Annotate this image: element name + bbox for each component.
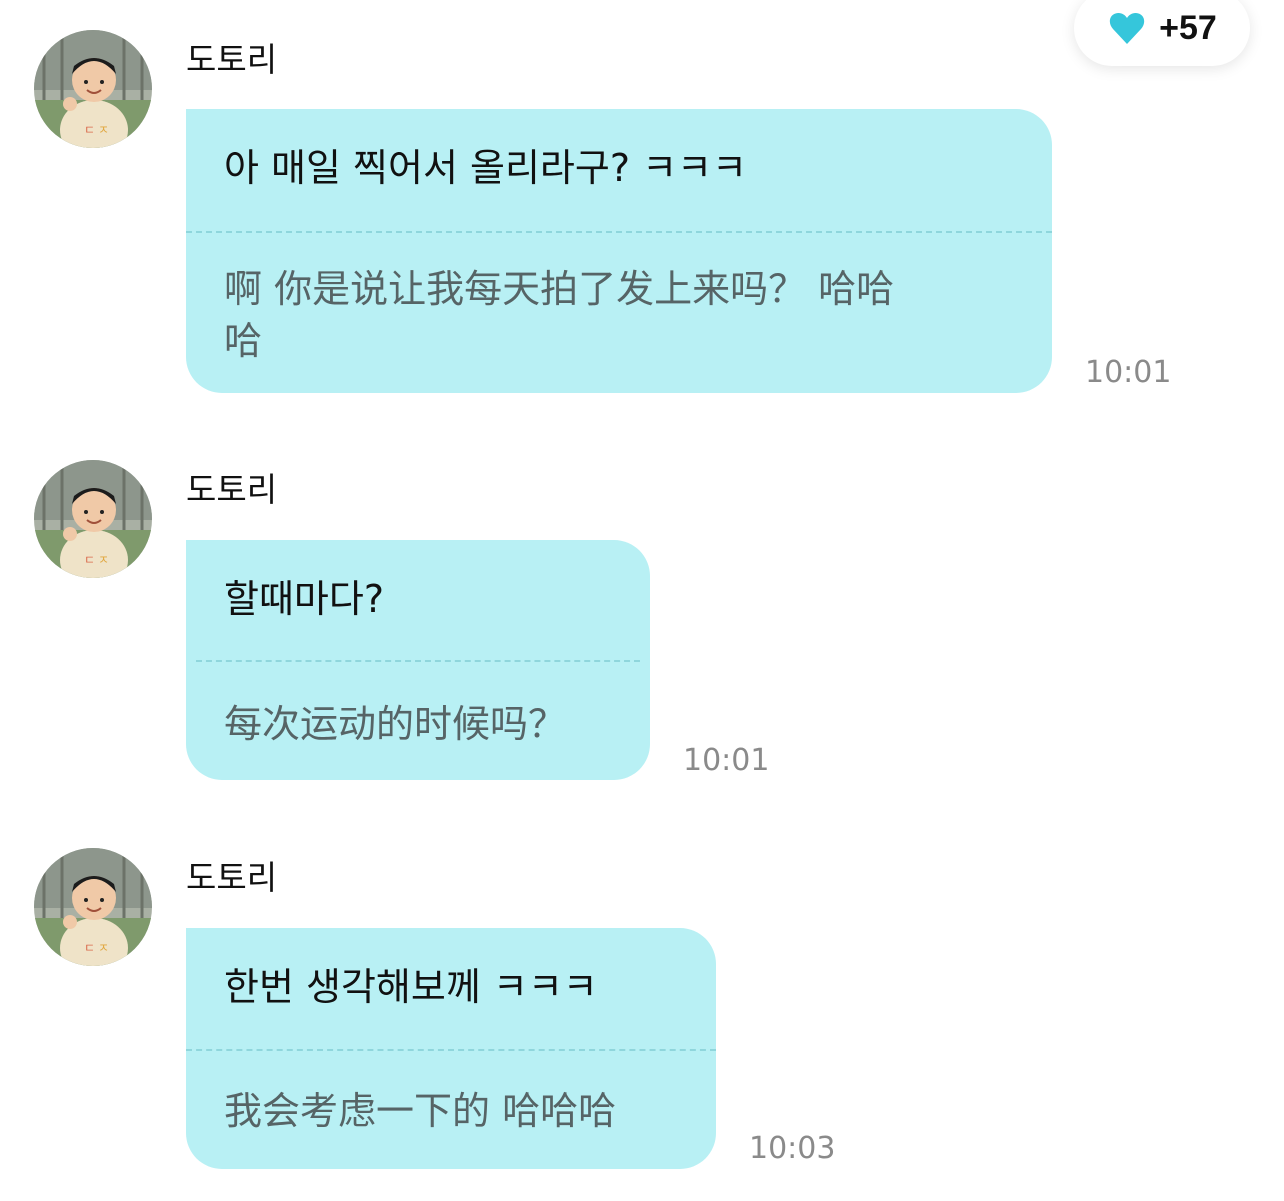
message-bubble[interactable]: 한번 생각해보께 ㅋㅋㅋ 我会考虑一下的 哈哈哈 <box>186 928 716 1169</box>
avatar[interactable]: ㄷ ㅈ <box>34 460 152 578</box>
message-time: 10:01 <box>683 743 770 778</box>
sender-name: 도토리 <box>186 40 278 79</box>
message-item: ㄷ ㅈ 도토리 한번 생각해보께 ㅋㅋㅋ 我会考虑一下的 哈哈哈 10:03 <box>0 818 1284 1201</box>
original-text: 한번 생각해보께 ㅋㅋㅋ <box>224 965 598 1009</box>
translated-text: 每次运动的时候吗？ <box>186 662 650 750</box>
translated-text: 我会考虑一下的 哈哈哈 <box>186 1051 716 1137</box>
avatar[interactable]: ㄷ ㅈ <box>34 848 152 966</box>
translated-text: 啊 你是说让我每天拍了发上来吗？ 哈哈 哈 <box>186 233 1052 367</box>
message-bubble[interactable]: 아 매일 찍어서 올리라구? ㅋㅋㅋ 啊 你是说让我每天拍了发上来吗？ 哈哈 哈 <box>186 109 1052 393</box>
svg-text:ㅈ: ㅈ <box>98 941 109 955</box>
svg-text:ㄷ: ㄷ <box>84 553 95 567</box>
message-time: 10:01 <box>1085 355 1172 390</box>
svg-text:ㅈ: ㅈ <box>98 553 109 567</box>
svg-text:ㄷ: ㄷ <box>84 941 95 955</box>
message-bubble[interactable]: 할때마다? 每次运动的时候吗？ <box>186 540 650 780</box>
original-text: 할때마다? <box>224 577 385 621</box>
translated-text-line: 我会考虑一下的 哈哈哈 <box>224 1089 617 1133</box>
svg-text:ㄷ: ㄷ <box>84 123 95 137</box>
avatar[interactable]: ㄷ ㅈ <box>34 30 152 148</box>
translated-text-line: 啊 你是说让我每天拍了发上来吗？ 哈哈 <box>224 267 895 311</box>
message-time: 10:03 <box>749 1131 836 1166</box>
message-item: ㄷ ㅈ 도토리 할때마다? 每次运动的时候吗？ 10:01 <box>0 430 1284 800</box>
original-text: 아 매일 찍어서 올리라구? ㅋㅋㅋ <box>224 146 747 190</box>
translated-text-line: 每次运动的时候吗？ <box>224 702 567 746</box>
sender-name: 도토리 <box>186 858 278 897</box>
message-item: ㄷ ㅈ 도토리 아 매일 찍어서 올리라구? ㅋㅋㅋ 啊 你是说让我每天拍了发上… <box>0 0 1284 400</box>
translated-text-line: 哈 <box>224 319 263 363</box>
sender-name: 도토리 <box>186 470 278 509</box>
svg-text:ㅈ: ㅈ <box>98 123 109 137</box>
